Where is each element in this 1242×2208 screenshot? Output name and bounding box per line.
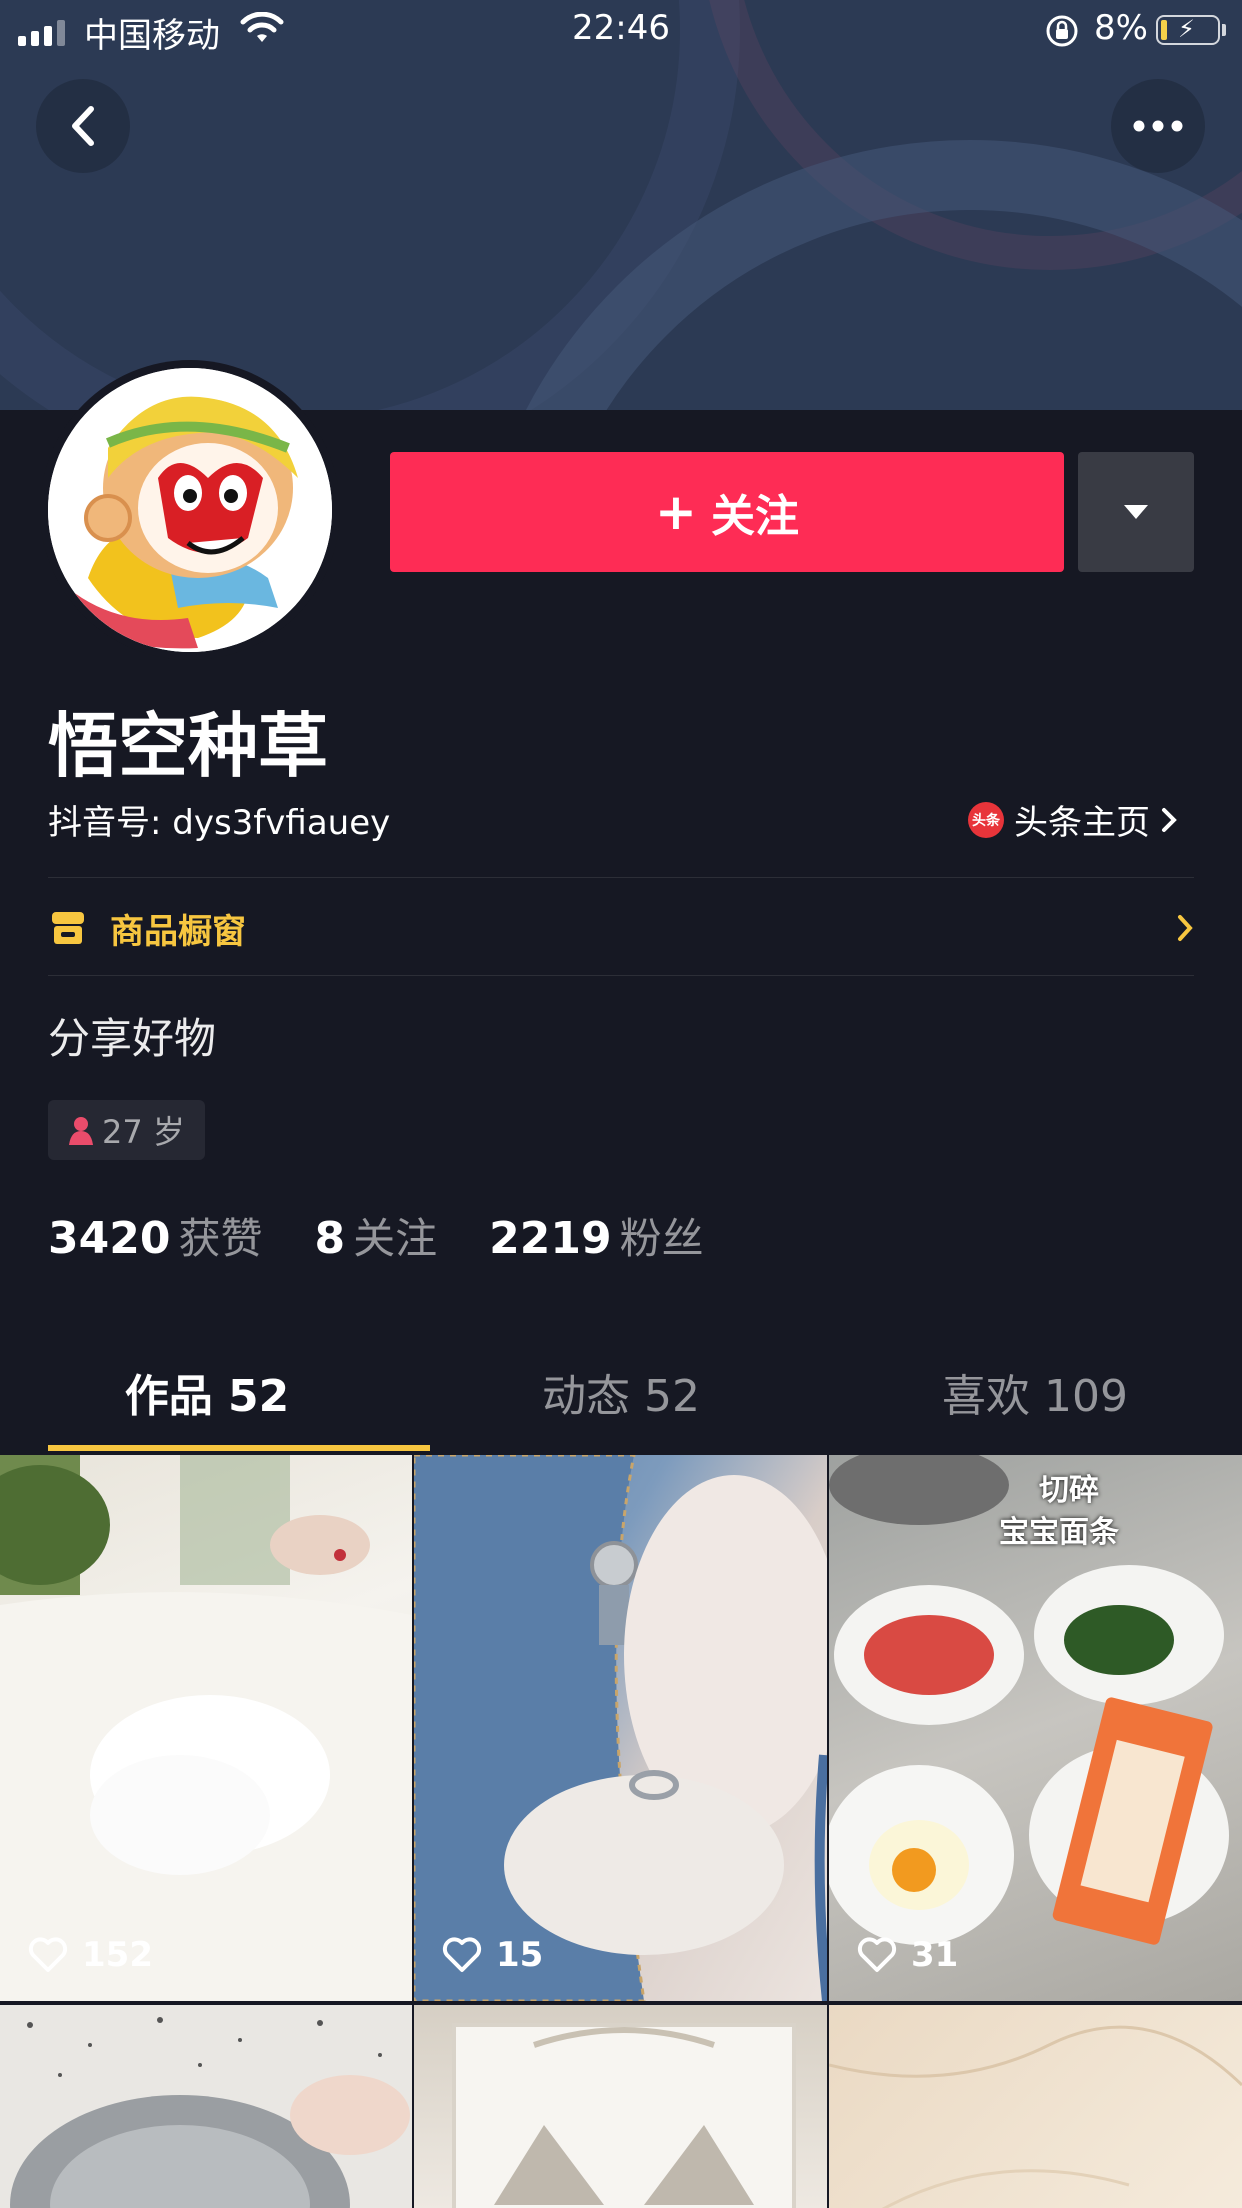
toutiao-icon: 头条 [968,801,1004,838]
female-user-icon [69,1117,93,1145]
profile-tabs: 作品 52 动态 52 喜欢 109 [0,1330,1242,1454]
video-likes: 152 [28,1935,153,1975]
following-label[interactable]: 关注 [353,1205,437,1266]
foam-cleaning-image [0,1455,412,2001]
video-overlay-text: 切碎 [1039,1473,1099,1508]
divider [48,877,1194,878]
profile-stats: 3420 获赞 8 关注 2219 粉丝 [48,1205,756,1266]
age-tag: 27 岁 [48,1100,205,1160]
video-thumbnail[interactable]: 152 [0,1455,412,2001]
caret-down-icon [1124,505,1148,519]
white-cabinet-image [452,2023,796,2208]
video-thumbnail[interactable]: 15 [414,1455,827,2001]
video-likes: 31 [857,1935,958,1975]
more-button[interactable] [1111,79,1205,173]
follow-options-button[interactable] [1078,452,1194,572]
monkey-king-avatar-image [48,368,332,652]
storefront-icon [52,912,84,944]
chevron-left-icon [72,106,94,146]
video-thumbnail[interactable] [0,2005,412,2208]
video-thumbnail[interactable]: 切碎 宝宝面条 31 [829,1455,1242,2001]
followers-count[interactable]: 2219 [489,1213,611,1264]
steamer-basket-image [10,2017,410,2208]
shop-window-row[interactable]: 商品橱窗 [48,880,1194,976]
video-likes-count: 31 [911,1935,959,1975]
video-likes: 15 [442,1935,543,1975]
video-overlay-text: 宝宝面条 [999,1515,1119,1550]
profile-banner [0,0,1242,410]
douyin-id: 抖音号: dys3fvfiauey [48,803,391,843]
video-likes-count: 152 [82,1935,153,1975]
status-bar: 中国移动 22:46 8% ⚡ [0,0,1242,60]
followers-label[interactable]: 粉丝 [620,1205,704,1266]
more-dots-icon [1133,120,1183,132]
heart-outline-icon [442,1937,482,1972]
back-button[interactable] [36,79,130,173]
likes-count: 3420 [48,1213,171,1264]
heart-outline-icon [28,1937,68,1972]
shop-window-label: 商品橱窗 [110,911,246,952]
likes-label: 获赞 [178,1214,263,1263]
chevron-right-icon [1162,807,1177,832]
chevron-right-icon [1178,915,1193,941]
tab-likes[interactable]: 喜欢 109 [828,1330,1242,1454]
marble-surface-image [829,2025,1242,2208]
battery-percent: 8% [1094,8,1148,48]
video-grid: 152 15 切碎 宝宝面条 31 [0,1455,1242,2208]
video-thumbnail[interactable] [829,2005,1242,2208]
profile-bio: 分享好物 [48,1014,217,1063]
heart-outline-icon [857,1937,897,1972]
divider [48,975,1194,976]
age-label: 27 岁 [102,1113,185,1151]
follow-button[interactable]: + 关注 [390,452,1064,572]
battery-icon: ⚡ [1156,15,1220,45]
active-tab-indicator [48,1445,430,1451]
plus-icon: + [655,483,697,541]
rotation-lock-icon [1044,13,1080,58]
toutiao-homepage-link[interactable]: 头条 头条主页 [968,795,1178,844]
tab-dynamics[interactable]: 动态 52 [414,1330,828,1454]
denim-overalls-image [414,1455,827,2001]
following-count[interactable]: 8 [314,1213,345,1264]
toutiao-label: 头条主页 [1014,803,1150,843]
follow-label: 关注 [710,491,799,542]
video-likes-count: 15 [496,1935,544,1975]
video-thumbnail[interactable] [414,2005,827,2208]
tab-works[interactable]: 作品 52 [0,1330,414,1454]
avatar[interactable] [40,360,340,660]
profile-name: 悟空种草 [48,705,328,787]
